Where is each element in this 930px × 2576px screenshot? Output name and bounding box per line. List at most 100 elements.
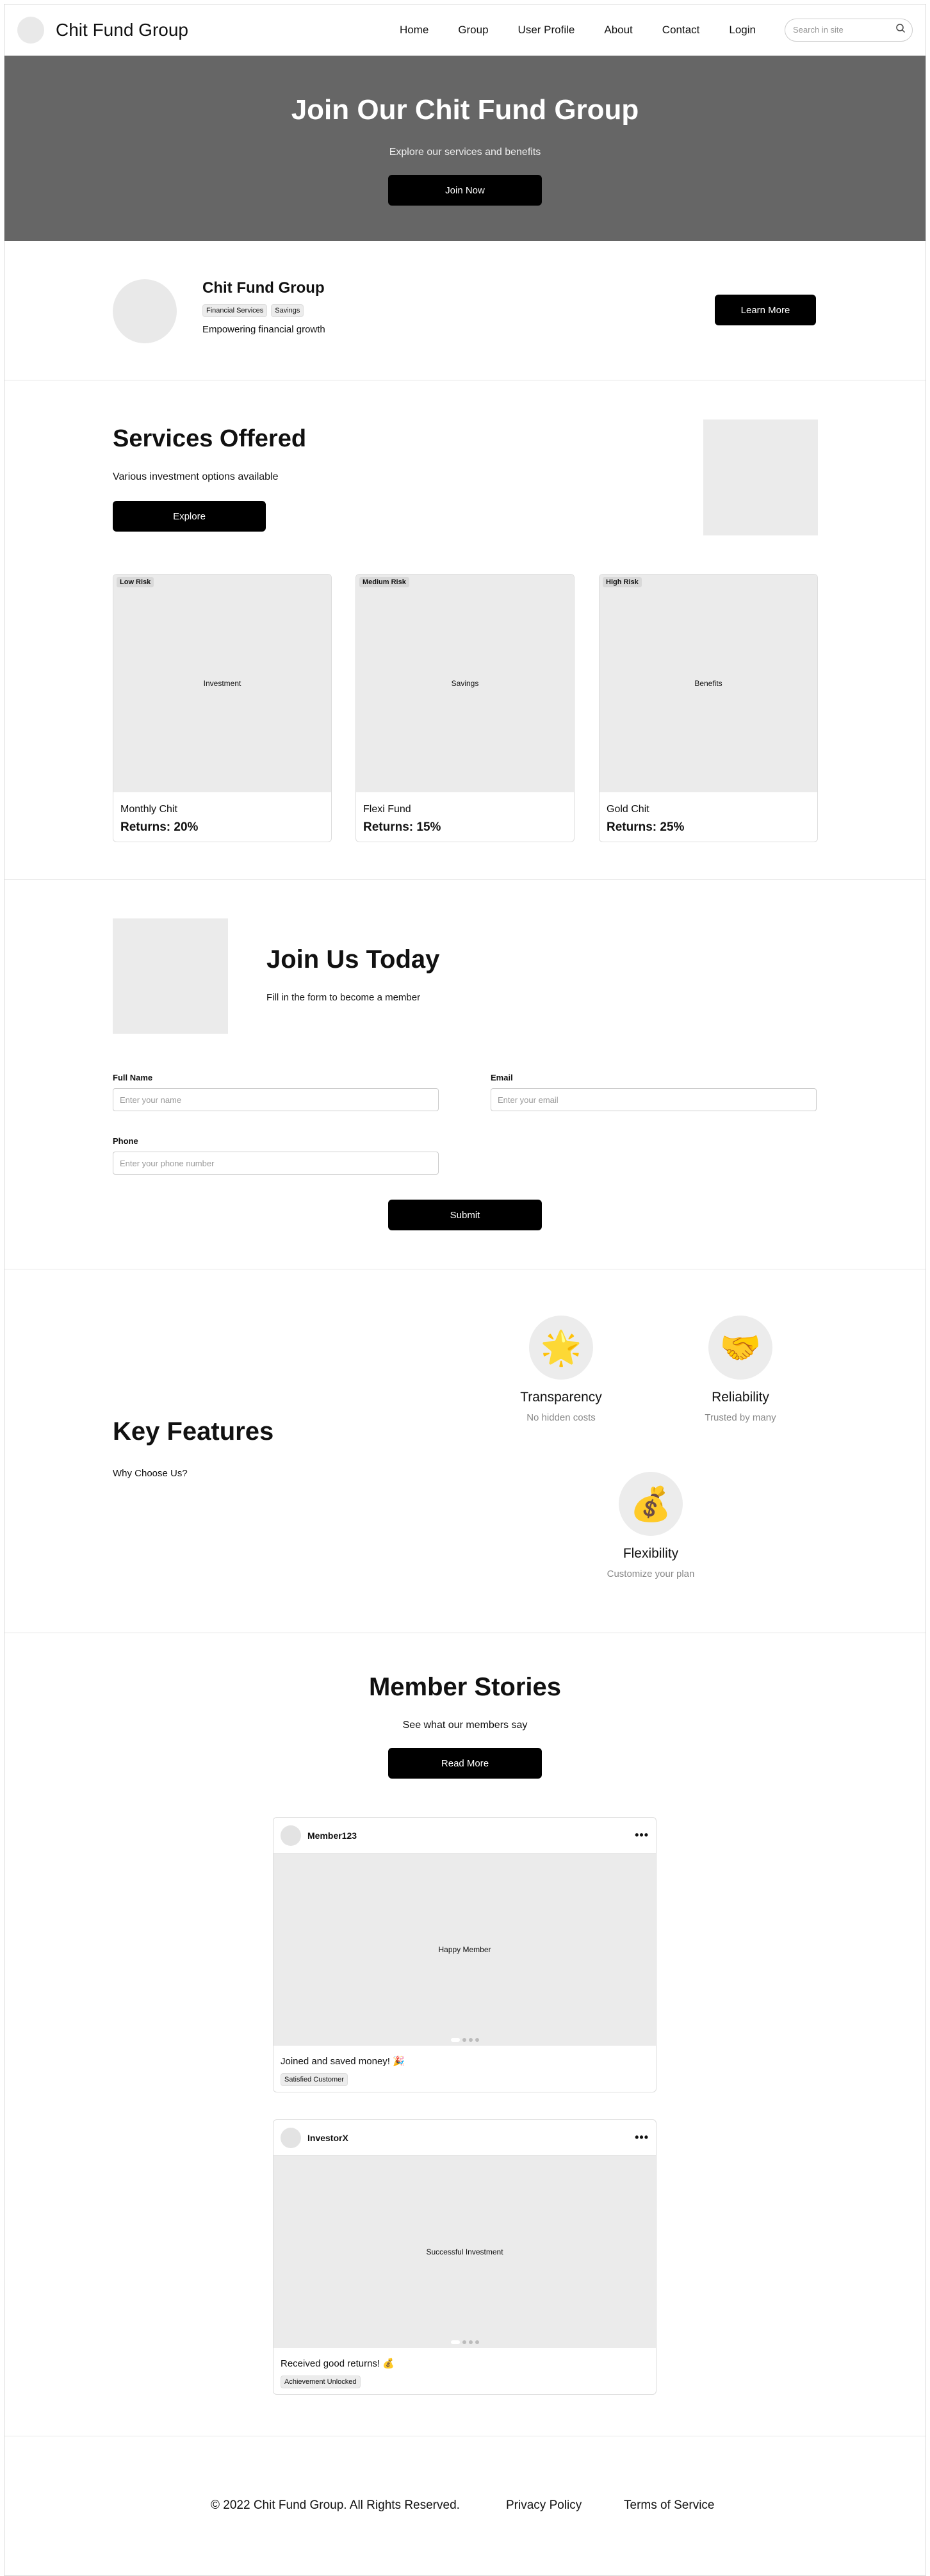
feature-desc: No hidden costs bbox=[526, 1412, 596, 1423]
carousel-dot[interactable] bbox=[468, 2340, 473, 2344]
services-image-placeholder bbox=[703, 420, 818, 535]
search-icon[interactable] bbox=[895, 23, 906, 37]
avatar[interactable] bbox=[281, 1825, 301, 1846]
explore-button[interactable]: Explore bbox=[113, 501, 266, 532]
risk-badge: High Risk bbox=[603, 577, 642, 587]
post-image[interactable]: Successful Investment bbox=[273, 2156, 656, 2348]
carousel-dot[interactable] bbox=[462, 2340, 466, 2344]
feature-transparency: 🌟 Transparency No hidden costs bbox=[497, 1316, 625, 1423]
service-card-returns: Returns: 20% bbox=[120, 820, 199, 834]
join-now-button[interactable]: Join Now bbox=[388, 175, 542, 206]
phone-input[interactable] bbox=[113, 1152, 439, 1175]
services-subtitle: Various investment options available bbox=[113, 471, 279, 482]
post-header: Member123 ••• bbox=[273, 1818, 656, 1854]
services-title: Services Offered bbox=[113, 425, 307, 452]
post-image-label: Successful Investment bbox=[426, 2247, 503, 2256]
service-image-label: Savings bbox=[451, 679, 479, 688]
post-image-label: Happy Member bbox=[438, 1945, 491, 1954]
features-section: Key Features Why Choose Us? 🌟 Transparen… bbox=[4, 1269, 926, 1633]
more-options-icon[interactable]: ••• bbox=[635, 1829, 649, 1842]
story-post: Member123 ••• Happy Member Joined and sa… bbox=[273, 1817, 657, 2092]
risk-badge: Low Risk bbox=[117, 577, 154, 587]
service-card-title: Gold Chit bbox=[607, 804, 649, 815]
carousel-dot[interactable] bbox=[462, 2038, 466, 2042]
member-stories-section: Member Stories See what our members say … bbox=[4, 1633, 926, 2436]
phone-label: Phone bbox=[113, 1136, 138, 1146]
carousel-dot-active[interactable] bbox=[450, 2038, 460, 2042]
read-more-button[interactable]: Read More bbox=[388, 1748, 542, 1779]
nav-contact[interactable]: Contact bbox=[662, 24, 700, 37]
full-name-input[interactable] bbox=[113, 1088, 439, 1111]
carousel-dot[interactable] bbox=[475, 2340, 479, 2344]
service-card-title: Flexi Fund bbox=[363, 804, 411, 815]
feature-title: Reliability bbox=[712, 1390, 769, 1405]
privacy-policy-link[interactable]: Privacy Policy bbox=[506, 2499, 582, 2513]
page: Chit Fund Group Home Group User Profile … bbox=[4, 4, 926, 2576]
search-input[interactable] bbox=[793, 25, 895, 35]
phone-field: Phone bbox=[113, 1136, 439, 1175]
post-username[interactable]: InvestorX bbox=[307, 2133, 348, 2143]
full-name-field: Full Name bbox=[113, 1073, 439, 1111]
features-subtitle: Why Choose Us? bbox=[113, 1468, 188, 1479]
hero-section: Join Our Chit Fund Group Explore our ser… bbox=[4, 56, 926, 241]
logo[interactable] bbox=[17, 16, 44, 44]
brand-name[interactable]: Chit Fund Group bbox=[56, 20, 188, 40]
service-card-flexi-fund[interactable]: Medium Risk Savings Flexi Fund Returns: … bbox=[355, 574, 575, 842]
learn-more-button[interactable]: Learn More bbox=[715, 295, 816, 325]
main-nav: Home Group User Profile About Contact Lo… bbox=[385, 18, 913, 42]
service-card-monthly-chit[interactable]: Low Risk Investment Monthly Chit Returns… bbox=[113, 574, 332, 842]
carousel-dot[interactable] bbox=[468, 2038, 473, 2042]
terms-of-service-link[interactable]: Terms of Service bbox=[624, 2499, 714, 2513]
post-caption: Received good returns! 💰 bbox=[281, 2358, 395, 2369]
story-post: InvestorX ••• Successful Investment Rece… bbox=[273, 2119, 657, 2395]
service-card-image: High Risk Benefits bbox=[600, 575, 817, 792]
tag-savings: Savings bbox=[271, 304, 304, 317]
nav-group[interactable]: Group bbox=[458, 24, 488, 37]
group-name: Chit Fund Group bbox=[202, 279, 325, 297]
post-image[interactable]: Happy Member bbox=[273, 1854, 656, 2046]
nav-about[interactable]: About bbox=[604, 24, 632, 37]
feature-title: Flexibility bbox=[623, 1546, 679, 1561]
group-profile-section: Chit Fund Group Financial Services Savin… bbox=[4, 241, 926, 380]
full-name-label: Full Name bbox=[113, 1073, 153, 1082]
post-tag: Satisfied Customer bbox=[281, 2073, 348, 2086]
feature-reliability: 🤝 Reliability Trusted by many bbox=[676, 1316, 804, 1423]
submit-button[interactable]: Submit bbox=[388, 1200, 542, 1230]
header: Chit Fund Group Home Group User Profile … bbox=[4, 4, 926, 56]
star-icon: 🌟 bbox=[529, 1316, 593, 1380]
services-section: Services Offered Various investment opti… bbox=[4, 380, 926, 880]
join-subtitle: Fill in the form to become a member bbox=[266, 992, 421, 1003]
footer: © 2022 Chit Fund Group. All Rights Reser… bbox=[4, 2436, 926, 2564]
service-card-returns: Returns: 15% bbox=[363, 820, 441, 834]
post-username[interactable]: Member123 bbox=[307, 1830, 357, 1841]
service-card-returns: Returns: 25% bbox=[607, 820, 685, 834]
nav-home[interactable]: Home bbox=[400, 24, 428, 37]
copyright-text: © 2022 Chit Fund Group. All Rights Reser… bbox=[211, 2499, 460, 2512]
carousel-dots bbox=[273, 2038, 656, 2042]
stories-subtitle: See what our members say bbox=[402, 1720, 528, 1731]
join-image-placeholder bbox=[113, 918, 228, 1034]
group-tags: Financial Services Savings bbox=[202, 304, 304, 317]
nav-user-profile[interactable]: User Profile bbox=[518, 24, 575, 37]
service-card-image: Low Risk Investment bbox=[113, 575, 331, 792]
carousel-dot-active[interactable] bbox=[450, 2340, 460, 2344]
feature-desc: Customize your plan bbox=[607, 1569, 695, 1579]
service-image-label: Investment bbox=[203, 679, 241, 688]
hero-subtitle: Explore our services and benefits bbox=[389, 147, 541, 158]
email-input[interactable] bbox=[491, 1088, 817, 1111]
features-title: Key Features bbox=[113, 1417, 274, 1446]
post-header: InvestorX ••• bbox=[273, 2120, 656, 2156]
carousel-dot[interactable] bbox=[475, 2038, 479, 2042]
avatar[interactable] bbox=[281, 2127, 301, 2148]
hero-title: Join Our Chit Fund Group bbox=[291, 94, 639, 126]
service-card-gold-chit[interactable]: High Risk Benefits Gold Chit Returns: 25… bbox=[599, 574, 818, 842]
feature-title: Transparency bbox=[520, 1390, 602, 1405]
join-section: Join Us Today Fill in the form to become… bbox=[4, 880, 926, 1269]
stories-title: Member Stories bbox=[368, 1673, 562, 1701]
email-field: Email bbox=[491, 1073, 817, 1111]
post-caption: Joined and saved money! 🎉 bbox=[281, 2056, 405, 2067]
service-card-image: Medium Risk Savings bbox=[356, 575, 574, 792]
more-options-icon[interactable]: ••• bbox=[635, 2131, 649, 2144]
feature-flexibility: 💰 Flexibility Customize your plan bbox=[587, 1472, 715, 1579]
nav-login[interactable]: Login bbox=[729, 24, 756, 37]
